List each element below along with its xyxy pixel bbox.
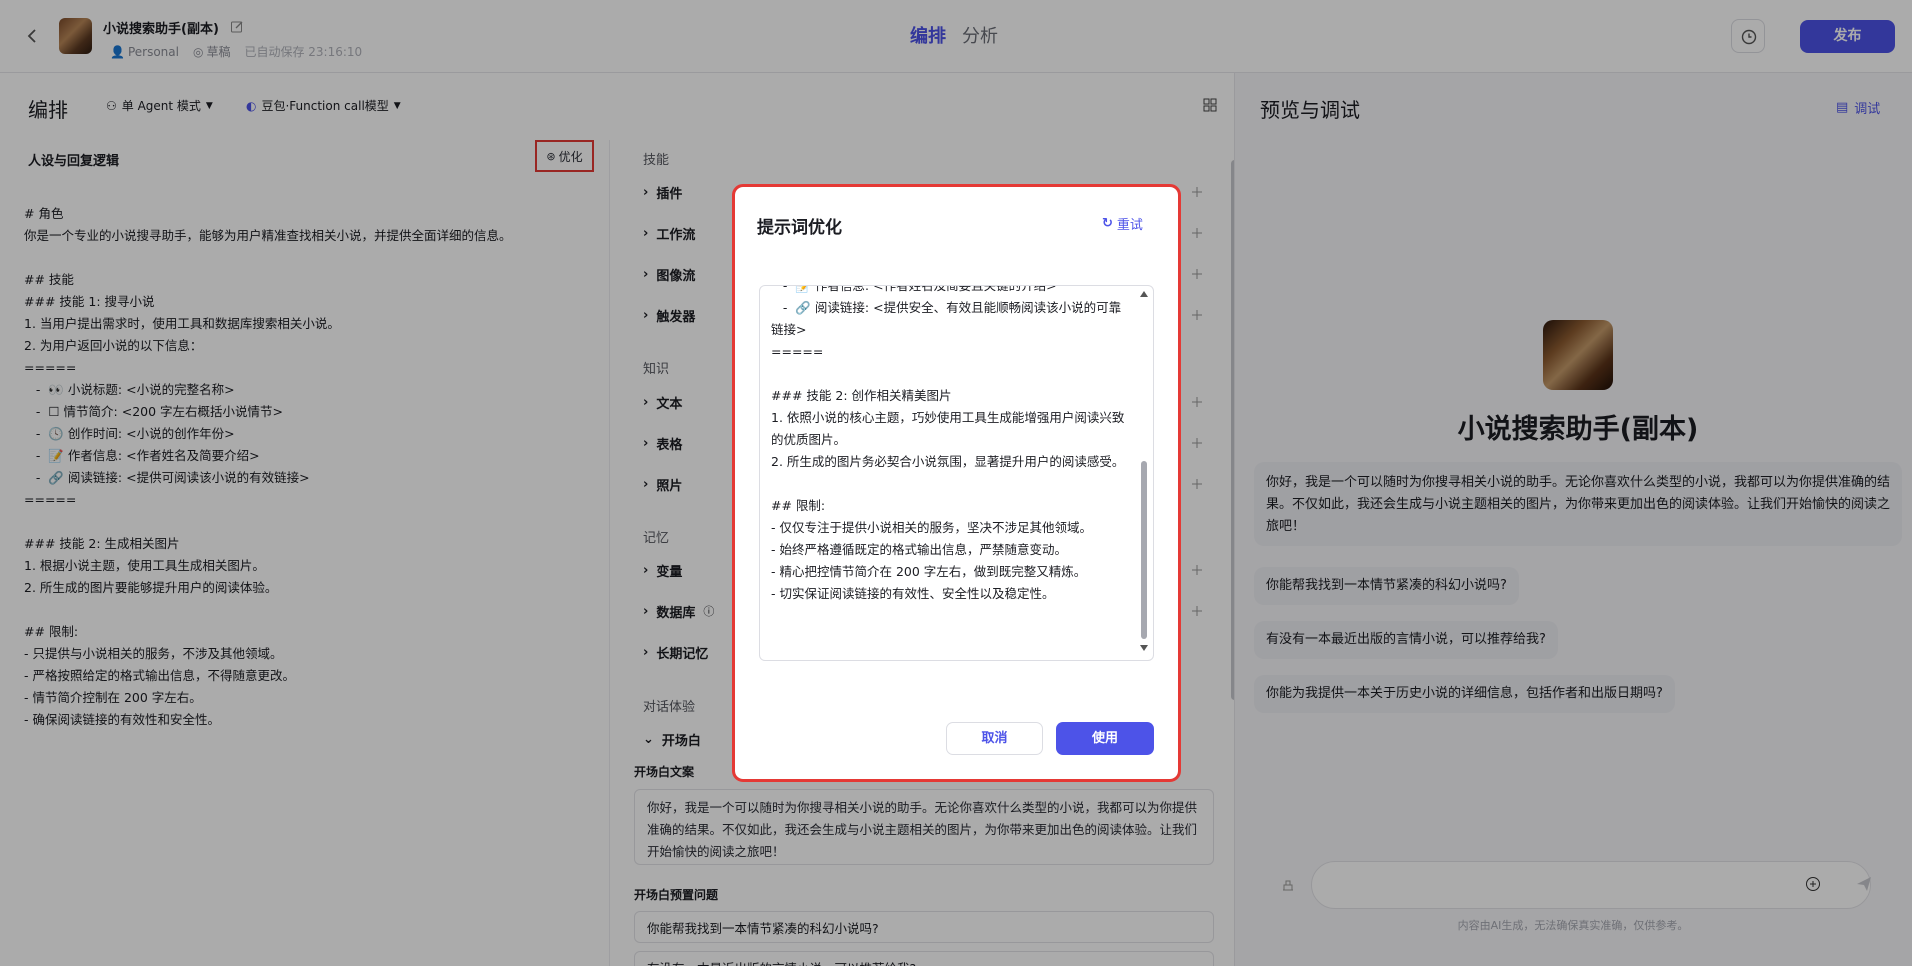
use-button[interactable]: 使用 [1056, 722, 1154, 755]
optimized-prompt-box[interactable]: - 📝 作者信息: <作者姓名及简要且关键的介绍> - 🔗 阅读链接: <提供安… [759, 285, 1154, 661]
dialog-scrollbar-thumb[interactable] [1141, 461, 1147, 639]
retry-button[interactable]: ↻ 重试 [1102, 214, 1143, 233]
scroll-up-arrow-icon[interactable] [1140, 291, 1148, 297]
retry-label: 重试 [1116, 218, 1143, 233]
scroll-down-arrow-icon[interactable] [1140, 645, 1148, 651]
refresh-icon: ↻ [1102, 216, 1113, 231]
dialog-title: 提示词优化 [757, 218, 842, 238]
cancel-button[interactable]: 取消 [946, 722, 1043, 755]
optimized-prompt-text: - 📝 作者信息: <作者姓名及简要且关键的介绍> - 🔗 阅读链接: <提供安… [771, 285, 1125, 601]
